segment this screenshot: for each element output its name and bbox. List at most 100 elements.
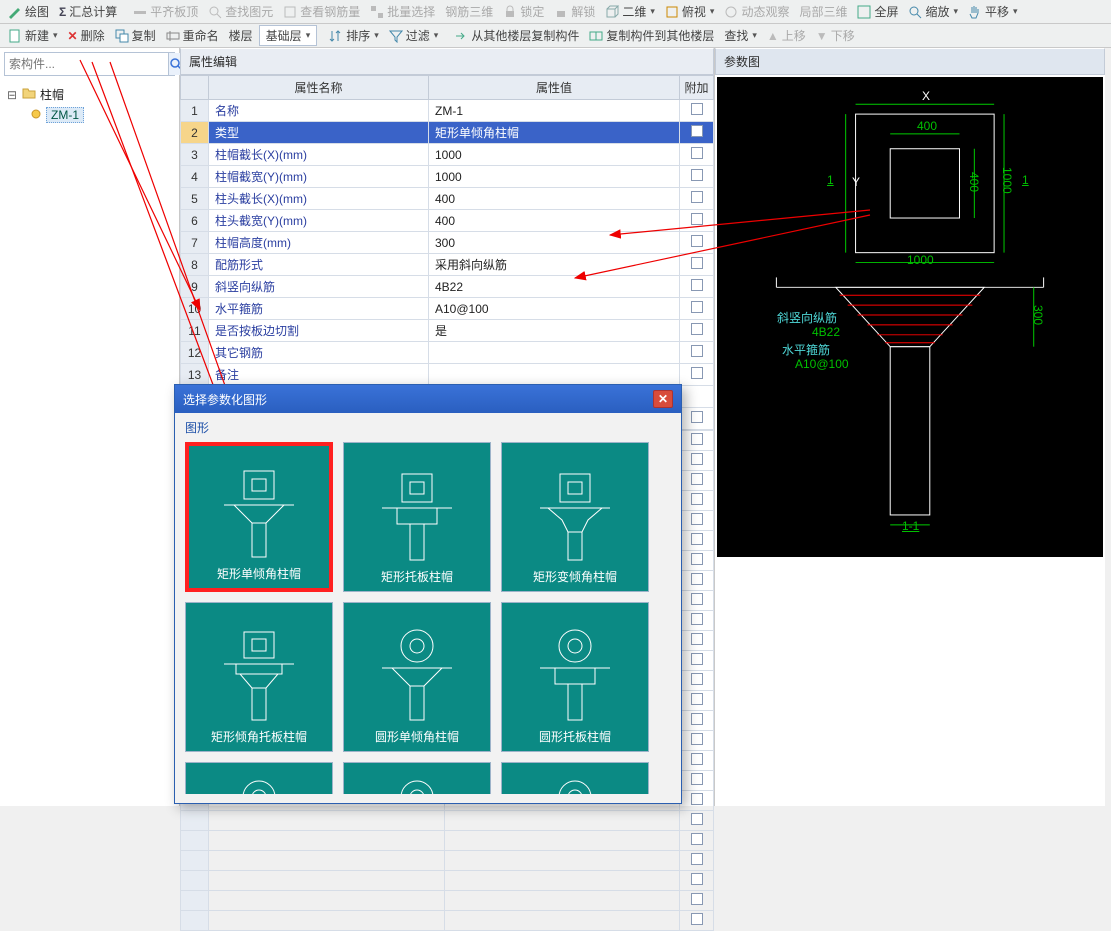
extra-checkbox[interactable] xyxy=(691,323,703,335)
property-grid: 属性名称 属性值 附加 1名称ZM-12类型矩形单倾角柱帽3柱帽截长(X)(mm… xyxy=(180,75,714,430)
find-button[interactable]: 查找▾ xyxy=(720,26,761,45)
batch-icon xyxy=(370,5,384,19)
shape-cards: 矩形单倾角柱帽 矩形托板柱帽 矩形变倾角柱帽矩形倾角托板柱帽圆形单倾角柱帽圆形托板柱… xyxy=(175,442,681,794)
move-up-button[interactable]: ▲上移 xyxy=(763,26,810,45)
extra-checkbox[interactable] xyxy=(691,125,703,137)
extra-checkbox[interactable] xyxy=(691,103,703,115)
delete-button[interactable]: ✕删除 xyxy=(64,26,109,45)
table-row[interactable]: 13备注 xyxy=(181,364,714,386)
extra-checkbox[interactable] xyxy=(691,257,703,269)
select-shape-dialog: 选择参数化图形 ✕ 图形 矩形单倾角柱帽 矩形托板柱帽 矩形变倾角柱帽矩形倾角托板柱… xyxy=(174,384,682,804)
floor-label: 楼层 xyxy=(225,26,257,45)
dim-1000w: 1000 xyxy=(907,253,934,267)
card-label: 矩形托板柱帽 xyxy=(381,564,453,591)
copy-to-button[interactable]: 复制构件到其他楼层 xyxy=(585,26,718,45)
rename-button[interactable]: 重命名 xyxy=(162,26,223,45)
dialog-tab[interactable]: 图形 xyxy=(175,413,681,442)
base-floor-select[interactable]: 基础层▾ xyxy=(259,25,318,46)
table-row[interactable]: 11是否按板边切割是 xyxy=(181,320,714,342)
table-row[interactable]: 10水平箍筋A10@100 xyxy=(181,298,714,320)
shape-card[interactable] xyxy=(185,762,333,794)
extra-checkbox[interactable] xyxy=(691,301,703,313)
sec-mark-1a: 1 xyxy=(827,173,834,187)
lock-button[interactable]: 锁定 xyxy=(499,2,548,21)
card-label: 矩形变倾角柱帽 xyxy=(533,564,617,591)
extra-checkbox[interactable] xyxy=(691,279,703,291)
extra-checkbox[interactable] xyxy=(691,345,703,357)
dim-1000h: 1000 xyxy=(1000,167,1014,194)
extra-checkbox[interactable] xyxy=(691,169,703,181)
sum-button[interactable]: Σ汇总计算 xyxy=(55,2,121,21)
extra-checkbox[interactable] xyxy=(691,147,703,159)
hand-icon xyxy=(968,5,982,19)
unlock-button[interactable]: 解锁 xyxy=(550,2,599,21)
batch-select-button[interactable]: 批量选择 xyxy=(366,2,439,21)
draw-button[interactable]: 绘图 xyxy=(4,2,53,21)
shape-card[interactable]: 矩形单倾角柱帽 xyxy=(185,442,333,592)
dyn-view-button[interactable]: 动态观察 xyxy=(720,2,793,21)
label-diagonal: 斜竖向纵筋 xyxy=(777,309,837,326)
sort-icon xyxy=(329,29,343,43)
flat-button[interactable]: 平齐板顶 xyxy=(129,2,202,21)
label-section: 1-1 xyxy=(902,519,919,533)
table-row[interactable]: 4柱帽截宽(Y)(mm)1000 xyxy=(181,166,714,188)
tree-child[interactable]: ZM-1 xyxy=(6,105,173,125)
grid-header: 属性名称 属性值 附加 xyxy=(181,76,714,100)
fullscreen-button[interactable]: 全屏 xyxy=(853,2,902,21)
local3d-button[interactable]: 局部三维 xyxy=(795,2,851,21)
table-row[interactable]: 7柱帽高度(mm)300 xyxy=(181,232,714,254)
table-row[interactable]: 2类型矩形单倾角柱帽 xyxy=(181,122,714,144)
shape-card[interactable]: 矩形托板柱帽 xyxy=(343,442,491,592)
iso-button[interactable]: 俯视▾ xyxy=(661,2,719,21)
table-row[interactable]: 5柱头截长(X)(mm)400 xyxy=(181,188,714,210)
new-icon xyxy=(8,29,22,43)
extra-checkbox[interactable] xyxy=(691,213,703,225)
move-down-button[interactable]: ▼下移 xyxy=(812,26,859,45)
lock-icon xyxy=(503,5,517,19)
table-row[interactable]: 8配筋形式采用斜向纵筋 xyxy=(181,254,714,276)
rebar3d-button[interactable]: 钢筋三维 xyxy=(441,2,497,21)
dialog-title: 选择参数化图形 xyxy=(183,391,267,408)
tree-root[interactable]: ⊟柱帽 xyxy=(6,84,173,105)
table-row[interactable]: 1名称ZM-1 xyxy=(181,100,714,122)
label-stirrup: 水平箍筋 xyxy=(782,341,830,358)
zoom-icon xyxy=(908,5,922,19)
table-row[interactable]: 12其它钢筋 xyxy=(181,342,714,364)
find-elem-button[interactable]: 查找图元 xyxy=(204,2,277,21)
shape-card[interactable]: 矩形倾角托板柱帽 xyxy=(185,602,333,752)
copy-from-button[interactable]: 从其他楼层复制构件 xyxy=(450,26,583,45)
steel-qty-button[interactable]: 查看钢筋量 xyxy=(279,2,364,21)
new-button[interactable]: 新建▾ xyxy=(4,26,62,45)
filter-icon xyxy=(389,29,403,43)
pan-button[interactable]: 平移▾ xyxy=(964,2,1022,21)
search-input[interactable] xyxy=(5,54,168,74)
search-box xyxy=(4,52,175,76)
extra-checkbox[interactable] xyxy=(691,191,703,203)
card-label: 圆形托板柱帽 xyxy=(539,724,611,751)
extra-checkbox[interactable] xyxy=(691,367,703,379)
left-panel: ⊟柱帽 ZM-1 xyxy=(0,48,180,806)
shape-card[interactable] xyxy=(501,762,649,794)
table-row[interactable]: 9斜竖向纵筋4B22 xyxy=(181,276,714,298)
toolbar-second: 新建▾ ✕删除 复制 重命名 楼层 基础层▾ 排序▾ 过滤▾ 从其他楼层复制构件… xyxy=(0,24,1111,48)
table-row[interactable]: 6柱头截宽(Y)(mm)400 xyxy=(181,210,714,232)
extra-checkbox[interactable] xyxy=(691,411,703,423)
sort-button[interactable]: 排序▾ xyxy=(325,26,383,45)
chevron-down-icon: ▾ xyxy=(650,6,655,17)
card-label: 矩形单倾角柱帽 xyxy=(217,561,301,588)
close-button[interactable]: ✕ xyxy=(653,390,673,408)
dialog-titlebar[interactable]: 选择参数化图形 ✕ xyxy=(175,385,681,413)
label-x: X xyxy=(922,89,930,103)
label-4b22: 4B22 xyxy=(812,325,840,339)
table-row[interactable]: 3柱帽截长(X)(mm)1000 xyxy=(181,144,714,166)
shape-card[interactable] xyxy=(343,762,491,794)
shape-card[interactable]: 矩形变倾角柱帽 xyxy=(501,442,649,592)
zoom-button[interactable]: 缩放▾ xyxy=(904,2,962,21)
filter-button[interactable]: 过滤▾ xyxy=(385,26,443,45)
twod-button[interactable]: 二维▾ xyxy=(601,2,659,21)
copy-button[interactable]: 复制 xyxy=(111,26,160,45)
node-icon xyxy=(30,108,42,123)
shape-card[interactable]: 圆形托板柱帽 xyxy=(501,602,649,752)
shape-card[interactable]: 圆形单倾角柱帽 xyxy=(343,602,491,752)
extra-checkbox[interactable] xyxy=(691,235,703,247)
